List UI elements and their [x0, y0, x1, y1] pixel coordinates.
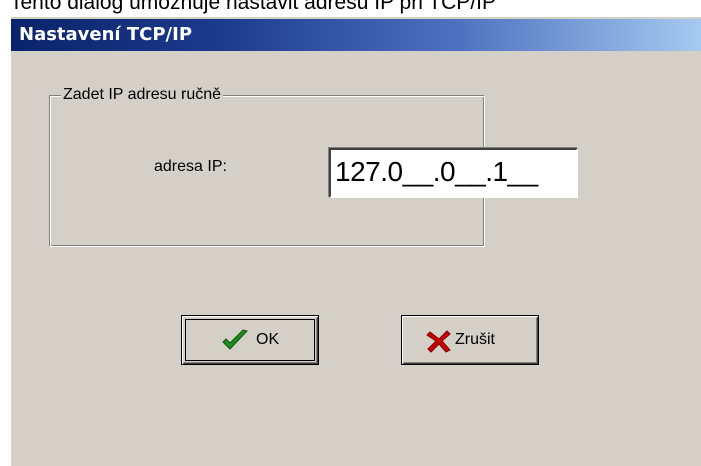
ip-address-label: adresa IP:: [154, 158, 227, 175]
tcpip-settings-dialog: Nastavení TCP/IP Zadet IP adresu ručně a…: [10, 17, 701, 466]
dialog-title: Nastavení TCP/IP: [19, 24, 193, 45]
ok-button-focus-rect: [185, 319, 315, 361]
checkmark-icon: [221, 328, 249, 354]
ok-button-label: OK: [256, 331, 280, 348]
page-caption: Tento dialog umožňuje nastavit adresu IP…: [10, 0, 496, 14]
cancel-button-label: Zrušit: [455, 331, 495, 348]
cancel-button[interactable]: Zrušit: [401, 315, 539, 365]
ip-address-value: 127.0__.0__.1__: [335, 156, 538, 187]
ok-button[interactable]: OK: [181, 315, 319, 365]
manual-ip-group-title: Zadet IP adresu ručně: [61, 84, 224, 106]
dialog-title-bar[interactable]: Nastavení TCP/IP: [11, 19, 701, 51]
red-x-icon: [425, 328, 453, 354]
ip-address-input[interactable]: 127.0__.0__.1__: [329, 148, 578, 198]
